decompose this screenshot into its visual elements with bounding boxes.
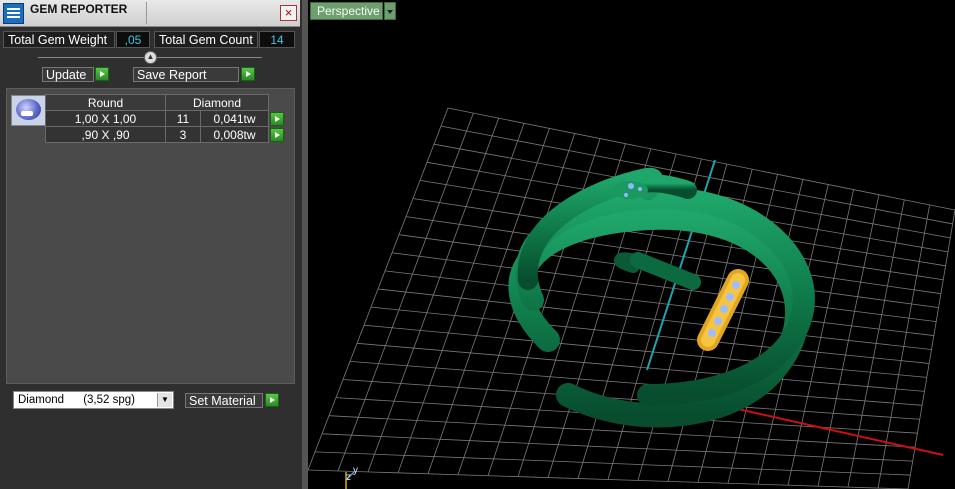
total-gem-weight-value: ,05 — [116, 31, 150, 48]
title-divider — [146, 2, 147, 24]
update-go-icon[interactable] — [95, 67, 109, 81]
gem-count-cell: 11 — [165, 110, 201, 127]
app-icon — [3, 3, 24, 24]
row-select-icon[interactable] — [270, 127, 284, 142]
gem-list-panel: Round Diamond 1,00 X 1,00 11 0,041tw ,90… — [6, 88, 295, 384]
material-dropdown[interactable]: Diamond (3,52 spg) ▼ — [13, 391, 174, 409]
total-gem-weight-label: Total Gem Weight — [3, 31, 115, 48]
gem-table: Round Diamond 1,00 X 1,00 11 0,041tw ,90… — [45, 94, 286, 143]
gem-weight-cell: 0,041tw — [200, 110, 269, 127]
axis-z-label: z — [346, 472, 351, 483]
table-row[interactable]: 1,00 X 1,00 11 0,041tw — [45, 110, 286, 127]
gem-size-cell: ,90 X ,90 — [45, 126, 166, 143]
chevron-down-icon[interactable]: ▼ — [157, 393, 172, 407]
scene-canvas: z y — [308, 107, 955, 489]
gem-count-cell: 3 — [165, 126, 201, 143]
gem-weight-cell: 0,008tw — [200, 126, 269, 143]
title-bar: GEM REPORTER × — [0, 0, 300, 27]
round-gem-thumbnail[interactable] — [11, 95, 46, 126]
save-report-go-icon[interactable] — [241, 67, 255, 81]
set-material-go-icon[interactable] — [265, 393, 279, 407]
window-title: GEM REPORTER — [30, 2, 128, 16]
gem-reporter-panel: GEM REPORTER × Total Gem Weight ,05 Tota… — [0, 0, 302, 489]
column-header-shape: Round — [45, 94, 166, 111]
save-report-button[interactable]: Save Report — [133, 67, 239, 82]
material-selected-value: Diamond (3,52 spg) — [18, 394, 135, 406]
row-select-icon[interactable] — [270, 111, 284, 126]
set-material-button[interactable]: Set Material — [185, 393, 263, 408]
total-gem-count-value: 14 — [259, 31, 295, 48]
total-gem-count-label: Total Gem Count — [154, 31, 258, 48]
3d-viewport[interactable]: z y Perspective — [308, 0, 955, 489]
collapse-toggle-icon[interactable]: ▲ — [144, 51, 157, 64]
column-header-material: Diamond — [165, 94, 269, 111]
gem-size-cell: 1,00 X 1,00 — [45, 110, 166, 127]
snake-bangle-model — [508, 167, 815, 428]
view-mode-label[interactable]: Perspective — [310, 2, 383, 20]
view-mode-dropdown-icon[interactable] — [384, 2, 396, 20]
axis-triad: z y — [345, 465, 358, 489]
table-row[interactable]: ,90 X ,90 3 0,008tw — [45, 126, 286, 143]
close-icon[interactable]: × — [280, 5, 297, 21]
axis-y-label: y — [353, 465, 358, 476]
ground-grid — [308, 107, 955, 489]
update-button[interactable]: Update — [42, 67, 94, 82]
